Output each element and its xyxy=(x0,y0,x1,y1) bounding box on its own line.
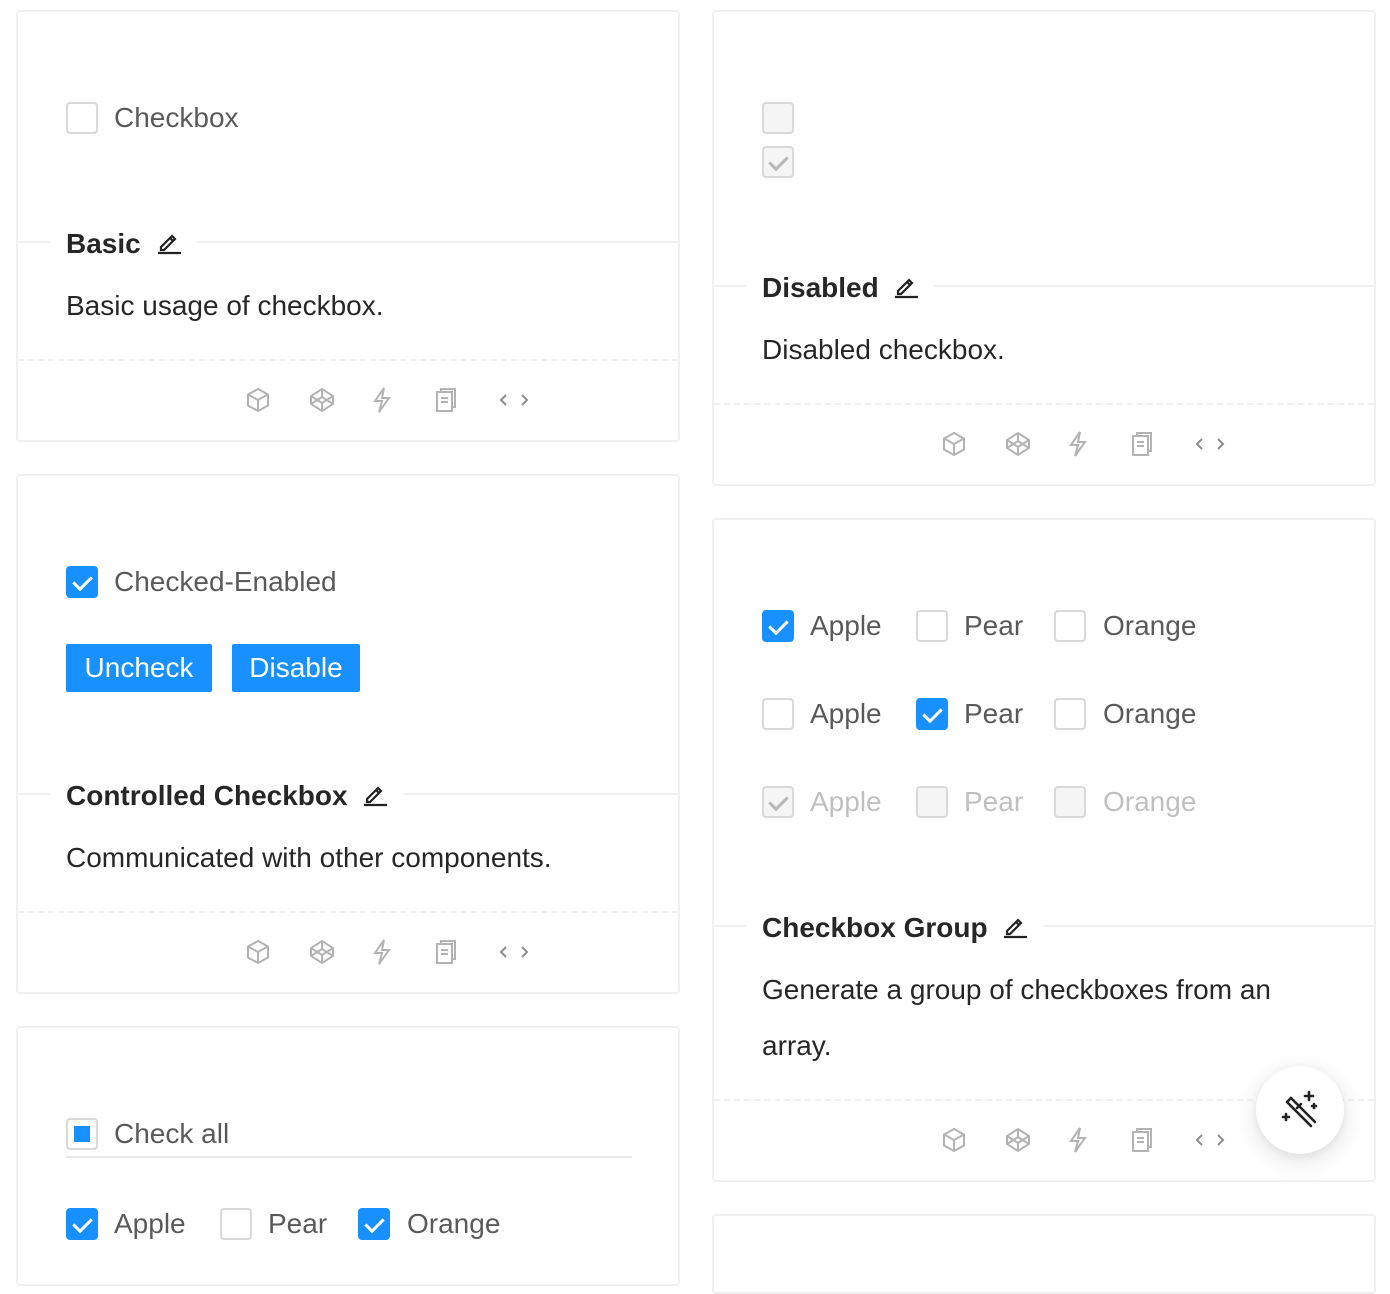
demo-title: Disabled xyxy=(746,268,935,310)
demo-title-text: Checkbox Group xyxy=(762,912,988,943)
group-label: Orange xyxy=(1103,786,1197,817)
copy-icon[interactable] xyxy=(1126,424,1158,464)
group-checkbox-pear xyxy=(916,786,948,818)
group-label[interactable]: Orange xyxy=(1103,698,1196,730)
actions-divider xyxy=(714,403,1374,405)
riddle-icon[interactable] xyxy=(366,932,398,972)
group-checkbox-orange[interactable] xyxy=(1054,698,1086,730)
demo-actions xyxy=(242,932,542,972)
actions-divider xyxy=(18,911,678,913)
edit-icon[interactable] xyxy=(1001,910,1029,950)
demo-card-controlled: Checked-Enabled Uncheck Disable Controll… xyxy=(16,474,680,994)
theme-editor-button[interactable] xyxy=(1256,1066,1344,1154)
checkbox[interactable] xyxy=(66,102,98,134)
demo-actions xyxy=(938,1120,1238,1160)
demo-actions xyxy=(938,424,1238,464)
demo-card-next xyxy=(712,1214,1376,1294)
demo-card-basic: Checkbox Basic Basic usage of checkbox. xyxy=(16,10,680,442)
code-icon[interactable] xyxy=(494,380,534,420)
group-label: Pear xyxy=(964,786,1024,817)
demo-card-check-all: Check all Apple Pear Orange xyxy=(16,1026,680,1286)
disabled-checkbox xyxy=(762,102,794,134)
uncheck-button[interactable]: Uncheck xyxy=(66,644,212,692)
code-icon[interactable] xyxy=(1190,1120,1230,1160)
disable-button[interactable]: Disable xyxy=(232,644,360,692)
codepen-icon[interactable] xyxy=(1002,424,1034,464)
group-checkbox-pear[interactable] xyxy=(916,698,948,730)
checkbox-label[interactable]: Checkbox xyxy=(114,102,239,134)
checkbox-label[interactable]: Checked-Enabled xyxy=(114,566,337,598)
demo-title-text: Basic xyxy=(66,228,141,259)
demo-description: Generate a group of checkboxes from an xyxy=(762,974,1271,1005)
check-all-option-pear[interactable] xyxy=(220,1208,252,1240)
code-icon[interactable] xyxy=(1190,424,1230,464)
demo-actions xyxy=(242,380,542,420)
copy-icon[interactable] xyxy=(430,932,462,972)
check-all-divider xyxy=(66,1156,632,1158)
codesandbox-icon[interactable] xyxy=(242,380,274,420)
check-all-option-apple[interactable] xyxy=(66,1208,98,1240)
check-all-option-label[interactable]: Pear xyxy=(268,1208,327,1240)
codesandbox-icon[interactable] xyxy=(242,932,274,972)
demo-title-text: Disabled xyxy=(762,272,879,303)
check-all-option-label[interactable]: Orange xyxy=(407,1208,500,1240)
codesandbox-icon[interactable] xyxy=(938,424,970,464)
demo-description: Basic usage of checkbox. xyxy=(66,290,384,321)
group-checkbox-orange xyxy=(1054,786,1086,818)
group-label: Apple xyxy=(810,786,882,817)
riddle-icon[interactable] xyxy=(1062,424,1094,464)
riddle-icon[interactable] xyxy=(1062,1120,1094,1160)
group-checkbox-apple xyxy=(762,786,794,818)
copy-icon[interactable] xyxy=(430,380,462,420)
checkbox[interactable] xyxy=(66,566,98,598)
demo-card-disabled: Disabled Disabled checkbox. xyxy=(712,10,1376,486)
group-checkbox-apple[interactable] xyxy=(762,610,794,642)
group-label[interactable]: Orange xyxy=(1103,610,1196,642)
codepen-icon[interactable] xyxy=(306,932,338,972)
edit-icon[interactable] xyxy=(892,270,920,310)
copy-icon[interactable] xyxy=(1126,1120,1158,1160)
check-all-checkbox[interactable] xyxy=(66,1118,98,1150)
group-checkbox-orange[interactable] xyxy=(1054,610,1086,642)
group-label[interactable]: Pear xyxy=(964,610,1023,642)
codepen-icon[interactable] xyxy=(1002,1120,1034,1160)
demo-title: Controlled Checkbox xyxy=(50,776,404,818)
actions-divider xyxy=(18,359,678,361)
riddle-icon[interactable] xyxy=(366,380,398,420)
check-all-option-label[interactable]: Apple xyxy=(114,1208,186,1240)
demo-description-line2: array. xyxy=(762,1030,832,1061)
codepen-icon[interactable] xyxy=(306,380,338,420)
group-checkbox-pear[interactable] xyxy=(916,610,948,642)
group-label[interactable]: Apple xyxy=(810,698,882,730)
magic-wand-icon xyxy=(1281,1090,1318,1128)
check-all-label[interactable]: Check all xyxy=(114,1118,229,1150)
demo-title: Checkbox Group xyxy=(746,908,1044,950)
edit-icon[interactable] xyxy=(155,226,183,266)
demo-description: Disabled checkbox. xyxy=(762,334,1005,365)
demo-title-text: Controlled Checkbox xyxy=(66,780,348,811)
disabled-checked-checkbox xyxy=(762,146,794,178)
demo-description: Communicated with other components. xyxy=(66,842,552,873)
edit-icon[interactable] xyxy=(361,778,389,818)
group-label[interactable]: Pear xyxy=(964,698,1023,730)
group-label[interactable]: Apple xyxy=(810,610,882,642)
codesandbox-icon[interactable] xyxy=(938,1120,970,1160)
demo-title: Basic xyxy=(50,224,197,266)
code-icon[interactable] xyxy=(494,932,534,972)
check-all-option-orange[interactable] xyxy=(358,1208,390,1240)
group-checkbox-apple[interactable] xyxy=(762,698,794,730)
